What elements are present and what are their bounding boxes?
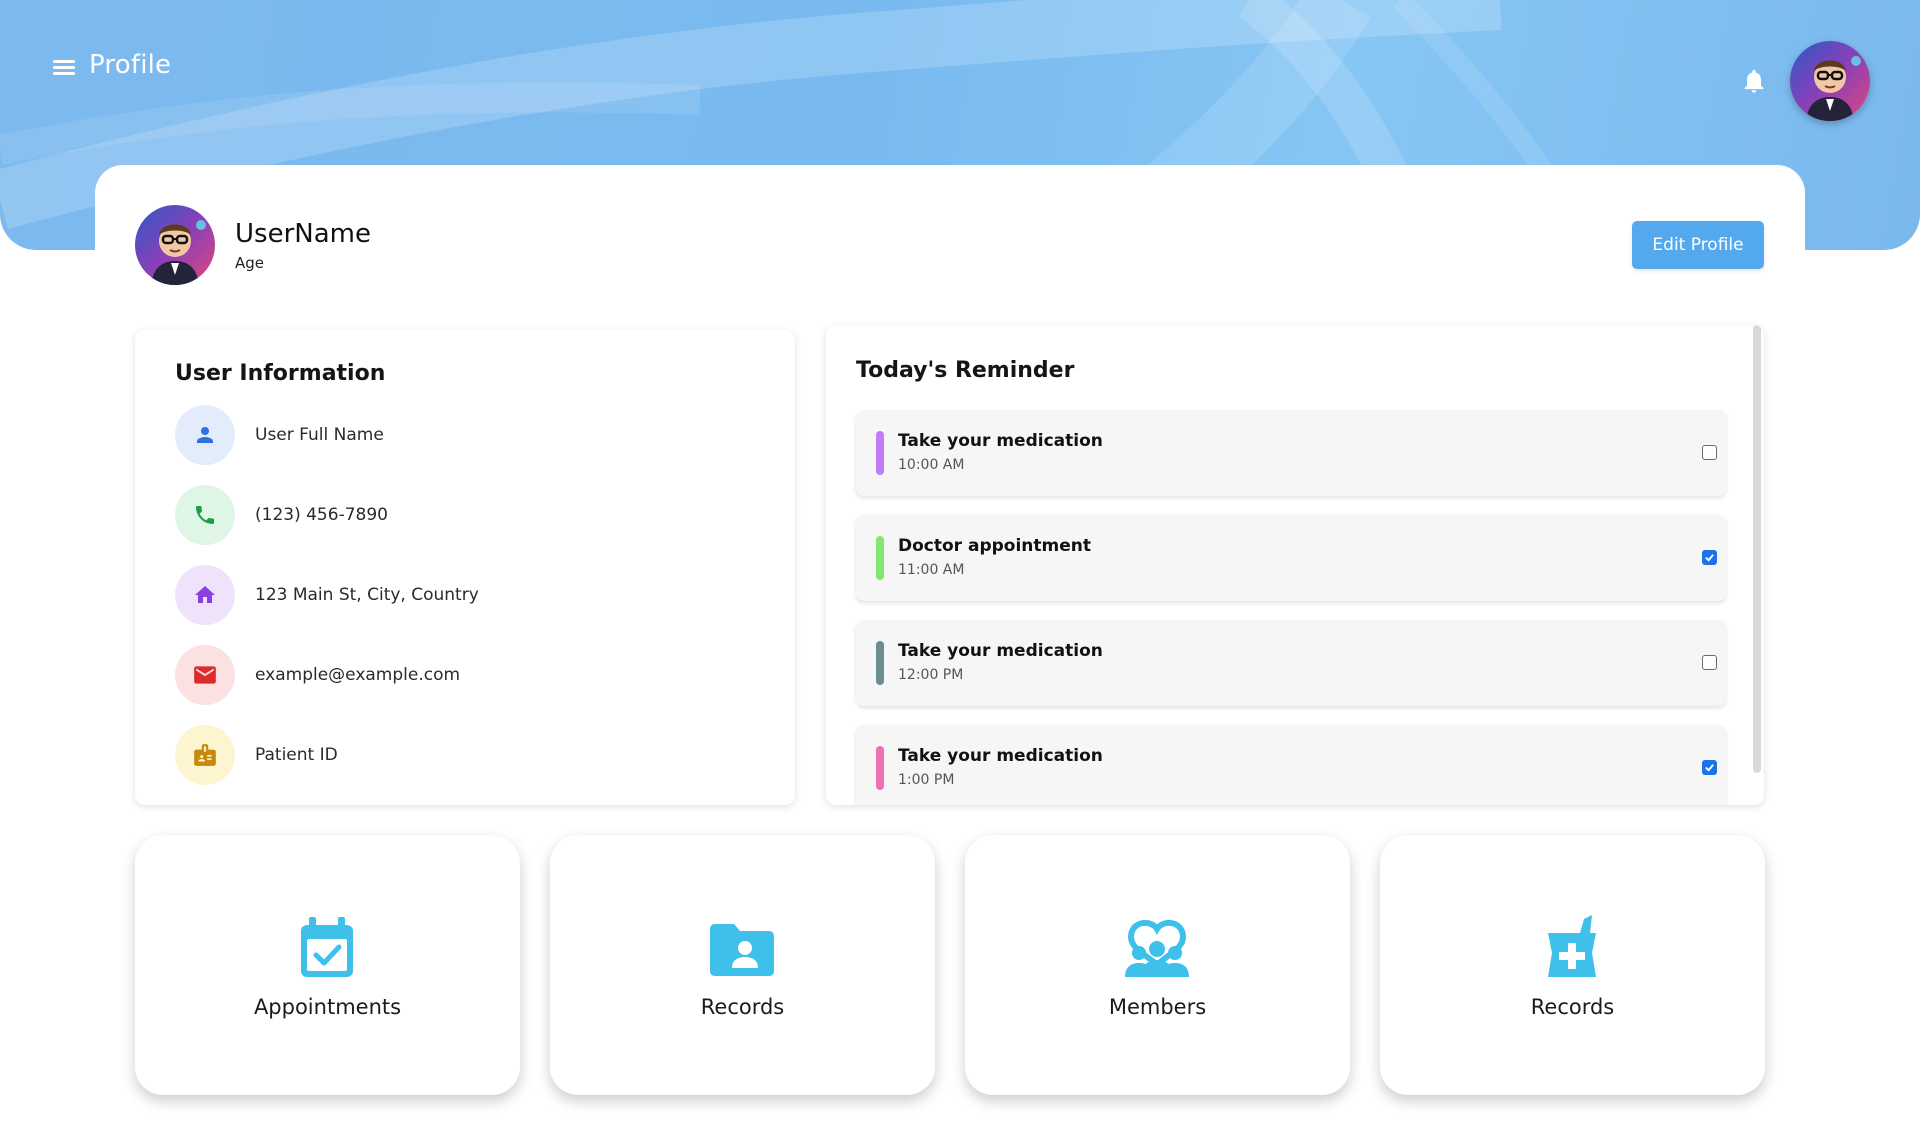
reminder-checkbox[interactable] (1702, 550, 1717, 565)
info-address: 123 Main St, City, Country (255, 585, 479, 605)
info-patient-id: Patient ID (255, 745, 338, 765)
reminder-title: Take your medication (898, 431, 1103, 451)
reminder-item[interactable]: Take your medication 12:00 PM (856, 620, 1726, 706)
info-email: example@example.com (255, 665, 461, 685)
reminder-time: 10:00 AM (898, 457, 965, 473)
reminder-item[interactable]: Doctor appointment 11:00 AM (856, 515, 1726, 601)
group-icon (1117, 909, 1197, 989)
reminder-scrollbar[interactable] (1753, 325, 1761, 773)
members-tile[interactable]: Members (965, 835, 1350, 1095)
info-full-name: User Full Name (255, 425, 384, 445)
profile-username: UserName (235, 219, 371, 249)
reminder-checkbox[interactable] (1702, 655, 1717, 670)
info-phone: (123) 456-7890 (255, 505, 388, 525)
menu-icon[interactable] (50, 52, 80, 82)
records-tile[interactable]: Records (550, 835, 935, 1095)
reminder-color-bar (876, 746, 884, 790)
reminder-title: Doctor appointment (898, 536, 1091, 556)
profile-age: Age (235, 254, 265, 272)
reminder-color-bar (876, 431, 884, 475)
members-tile-label: Members (1108, 995, 1207, 1019)
info-row-full-name: User Full Name (175, 405, 384, 465)
user-information-heading: User Information (175, 361, 386, 386)
profile-page: Profile UserName Age Edit Profile User I… (0, 0, 1920, 1135)
info-row-address: 123 Main St, City, Country (175, 565, 479, 625)
reminder-checkbox[interactable] (1702, 445, 1717, 460)
bell-icon[interactable] (1740, 66, 1768, 96)
medical-records-tile-label: Records (1530, 995, 1615, 1019)
mail-icon (175, 645, 235, 705)
info-row-phone: (123) 456-7890 (175, 485, 388, 545)
user-avatar[interactable] (1790, 41, 1870, 121)
reminder-checkbox[interactable] (1702, 760, 1717, 775)
badge-icon (175, 725, 235, 785)
info-row-patient-id: Patient ID (175, 725, 338, 785)
medical-records-tile[interactable]: Records (1380, 835, 1765, 1095)
reminder-item[interactable]: Take your medication 10:00 AM (856, 410, 1726, 496)
appointments-tile[interactable]: Appointments (135, 835, 520, 1095)
checkmark-icon (1705, 554, 1714, 562)
phone-icon (175, 485, 235, 545)
home-icon (175, 565, 235, 625)
page-title: Profile (89, 50, 172, 80)
reminder-color-bar (876, 641, 884, 685)
reminder-color-bar (876, 536, 884, 580)
medical-record-icon (1532, 909, 1612, 989)
reminder-time: 12:00 PM (898, 667, 964, 683)
folder-user-icon (702, 909, 782, 989)
todays-reminder-card: Today's Reminder Take your medication 10… (826, 325, 1764, 805)
reminder-item[interactable]: Take your medication 1:00 PM (856, 725, 1726, 805)
info-row-email: example@example.com (175, 645, 460, 705)
records-tile-label: Records (700, 995, 785, 1019)
reminder-heading: Today's Reminder (856, 358, 1075, 383)
profile-avatar (135, 205, 215, 285)
checkmark-icon (1705, 764, 1714, 772)
calendar-check-icon (287, 909, 367, 989)
reminder-title: Take your medication (898, 746, 1103, 766)
reminder-time: 1:00 PM (898, 772, 955, 788)
reminder-title: Take your medication (898, 641, 1103, 661)
user-information-card: User Information User Full Name (123) 45… (135, 330, 795, 805)
edit-profile-button[interactable]: Edit Profile (1632, 221, 1764, 269)
person-icon (175, 405, 235, 465)
reminder-time: 11:00 AM (898, 562, 965, 578)
appointments-tile-label: Appointments (253, 995, 402, 1019)
